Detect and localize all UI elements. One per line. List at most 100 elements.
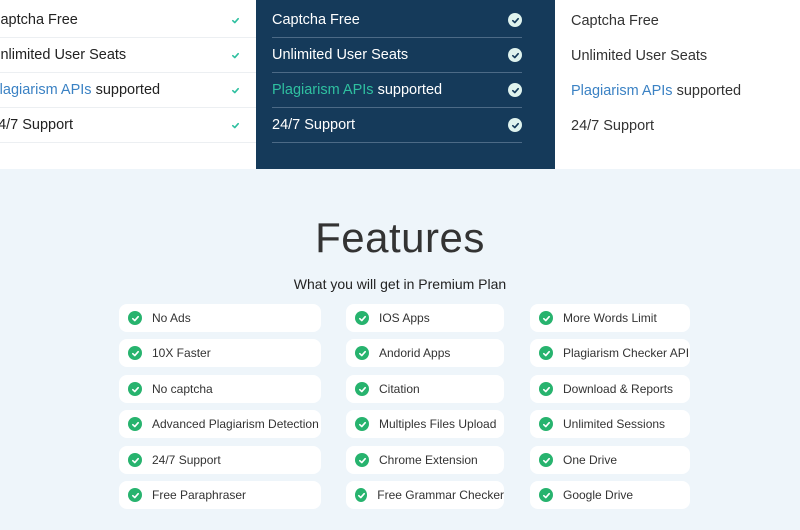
check-circle-icon (539, 453, 553, 467)
pricing-comparison: Captcha Free Unlimited User Seats Plagiari… (0, 0, 800, 169)
feature-label: IOS Apps (379, 311, 430, 325)
feature-item: 24/7 Support (119, 446, 321, 474)
feature-item: Download & Reports (530, 375, 690, 403)
check-circle-icon (128, 382, 142, 396)
check-circle-icon (508, 48, 522, 62)
feature-label: Advanced Plagiarism Detection (152, 417, 319, 431)
check-circle-icon (229, 13, 242, 27)
plan-feature-text: supported (91, 82, 161, 98)
check-circle-icon (355, 417, 369, 431)
check-circle-icon (128, 453, 142, 467)
feature-item: No captcha (119, 375, 321, 403)
check-circle-icon (355, 382, 369, 396)
check-circle-icon (229, 48, 242, 62)
plan-feature-text: Unlimited User Seats (0, 47, 127, 63)
plan-feature-text: Unlimited User Seats (272, 47, 409, 63)
check-circle-icon (128, 311, 142, 325)
plan-feature-text: Captcha Free (0, 12, 78, 28)
plan-feature-text: Captcha Free (272, 12, 360, 28)
check-circle-icon (539, 311, 553, 325)
plan-feature-label: Captcha Free (272, 12, 508, 28)
feature-item: IOS Apps (346, 304, 504, 332)
feature-item: Free Paraphraser (119, 481, 321, 509)
feature-item: 10X Faster (119, 339, 321, 367)
check-circle-icon (229, 83, 242, 97)
feature-label: Free Paraphraser (152, 488, 247, 502)
feature-item: Unlimited Sessions (530, 410, 690, 438)
plan-feature-row: Plagiarism APIs supported (571, 73, 800, 108)
plan-feature-text: 24/7 Support (272, 117, 356, 133)
feature-item: Chrome Extension (346, 446, 504, 474)
plan-feature-label: 24/7 Support (272, 117, 508, 133)
plan-column-highlighted: Captcha Free Unlimited User Seats Plagiari… (256, 0, 555, 169)
check-circle-icon (355, 453, 369, 467)
plan-feature-row: 24/7 Support (272, 108, 522, 143)
plan-feature-label: Captcha Free (571, 13, 800, 29)
plan-feature-label: Captcha Free (0, 12, 229, 28)
check-circle-icon (355, 311, 369, 325)
feature-item: No Ads (119, 304, 321, 332)
feature-label: 24/7 Support (152, 453, 221, 467)
feature-label: Google Drive (563, 488, 634, 502)
plan-feature-label: Plagiarism APIs supported (0, 82, 229, 98)
check-circle-icon (539, 382, 553, 396)
plan-feature-row: Plagiarism APIs supported (272, 73, 522, 108)
feature-label: Download & Reports (563, 382, 674, 396)
plan-column-right: Captcha Free Unlimited User Seats Plagiari… (555, 0, 800, 169)
plan-feature-row: Captcha Free (571, 3, 800, 38)
feature-label: Plagiarism Checker API (563, 346, 690, 360)
plan-feature-link[interactable]: Plagiarism APIs (272, 82, 374, 98)
plan-feature-label: 24/7 Support (0, 117, 229, 133)
feature-item: Advanced Plagiarism Detection (119, 410, 321, 438)
check-circle-icon (508, 118, 522, 132)
plan-column-left: Captcha Free Unlimited User Seats Plagiari… (0, 0, 256, 169)
plan-feature-row: 24/7 Support (571, 108, 800, 143)
plan-feature-label: Unlimited User Seats (272, 47, 508, 63)
feature-item: Citation (346, 375, 504, 403)
plan-feature-text: Unlimited User Seats (571, 47, 708, 64)
plan-feature-label: Plagiarism APIs supported (571, 83, 800, 99)
feature-label: Unlimited Sessions (563, 417, 666, 431)
plan-feature-row: 24/7 Support (0, 108, 256, 143)
feature-label: Citation (379, 382, 420, 396)
plan-feature-row: Unlimited User Seats (571, 38, 800, 73)
check-circle-icon (128, 346, 142, 360)
feature-item: Andorid Apps (346, 339, 504, 367)
feature-label: Chrome Extension (379, 453, 478, 467)
plan-feature-link[interactable]: Plagiarism APIs (0, 82, 92, 98)
feature-label: 10X Faster (152, 346, 211, 360)
check-circle-icon (229, 118, 242, 132)
feature-item: One Drive (530, 446, 690, 474)
feature-label: Andorid Apps (379, 346, 451, 360)
plan-feature-text: supported (672, 82, 742, 99)
check-circle-icon (128, 488, 142, 502)
plan-feature-row: Unlimited User Seats (0, 38, 256, 73)
check-circle-icon (508, 13, 522, 27)
plan-feature-label: Unlimited User Seats (0, 47, 229, 63)
plan-feature-label: Unlimited User Seats (571, 48, 800, 64)
feature-item: More Words Limit (530, 304, 690, 332)
plan-feature-text: 24/7 Support (571, 117, 655, 134)
check-circle-icon (355, 488, 368, 502)
features-title: Features (315, 214, 485, 261)
plan-feature-link[interactable]: Plagiarism APIs (571, 83, 673, 99)
plan-feature-text: 24/7 Support (0, 117, 74, 133)
check-circle-icon (539, 488, 553, 502)
plan-feature-text: Captcha Free (571, 12, 659, 29)
feature-label: Multiples Files Upload (379, 417, 497, 431)
check-circle-icon (128, 417, 142, 431)
feature-label: No Ads (152, 311, 191, 325)
plan-feature-text: supported (373, 82, 443, 98)
plan-feature-label: Plagiarism APIs supported (272, 82, 508, 98)
feature-item: Multiples Files Upload (346, 410, 504, 438)
feature-item: Free Grammar Checker (346, 481, 504, 509)
feature-item: Plagiarism Checker API (530, 339, 690, 367)
plan-feature-row: Captcha Free (272, 3, 522, 38)
plan-feature-row: Unlimited User Seats (272, 38, 522, 73)
check-circle-icon (508, 83, 522, 97)
features-subtitle: What you will get in Premium Plan (293, 276, 507, 292)
feature-item: Google Drive (530, 481, 690, 509)
feature-label: Free Grammar Checker (377, 488, 504, 502)
feature-label: No captcha (152, 382, 213, 396)
check-circle-icon (539, 417, 553, 431)
